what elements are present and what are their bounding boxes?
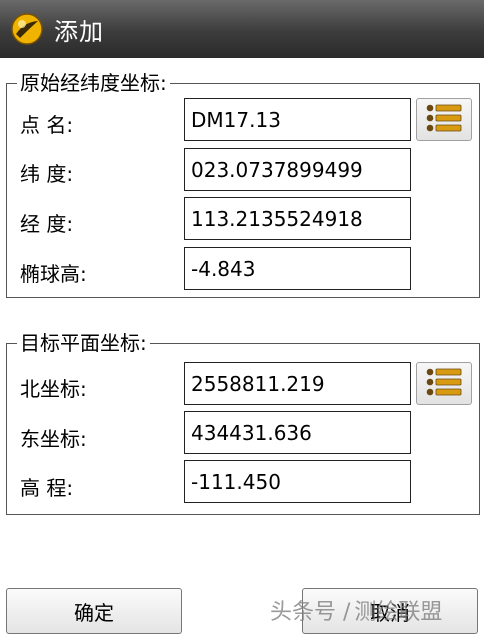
longitude-field[interactable] <box>184 197 411 240</box>
app-logo-icon <box>10 12 44 46</box>
north-coord-field[interactable] <box>184 362 411 405</box>
original-coords-title: 原始经纬度坐标: <box>17 70 170 96</box>
list-icon <box>424 103 464 136</box>
cancel-button[interactable]: 取消 <box>302 588 478 634</box>
ellipsoid-height-field[interactable] <box>184 247 411 290</box>
point-list-button[interactable] <box>416 98 472 141</box>
point-name-field[interactable] <box>184 98 411 141</box>
point-name-label: 点 名: <box>20 113 74 137</box>
window-title: 添加 <box>54 17 104 46</box>
elevation-label: 高 程: <box>20 476 74 500</box>
target-list-button[interactable] <box>416 362 472 405</box>
ellipsoid-height-label: 椭球高: <box>20 262 87 286</box>
ok-button[interactable]: 确定 <box>6 588 182 634</box>
target-coords-title: 目标平面坐标: <box>17 330 150 356</box>
latitude-label: 纬 度: <box>20 162 74 186</box>
north-coord-label: 北坐标: <box>20 377 87 401</box>
east-coord-label: 东坐标: <box>20 427 87 451</box>
east-coord-field[interactable] <box>184 411 411 454</box>
title-bar: 添加 <box>0 0 484 58</box>
longitude-label: 经 度: <box>20 212 74 236</box>
latitude-field[interactable] <box>184 148 411 191</box>
elevation-field[interactable] <box>184 460 411 503</box>
list-icon <box>424 367 464 400</box>
